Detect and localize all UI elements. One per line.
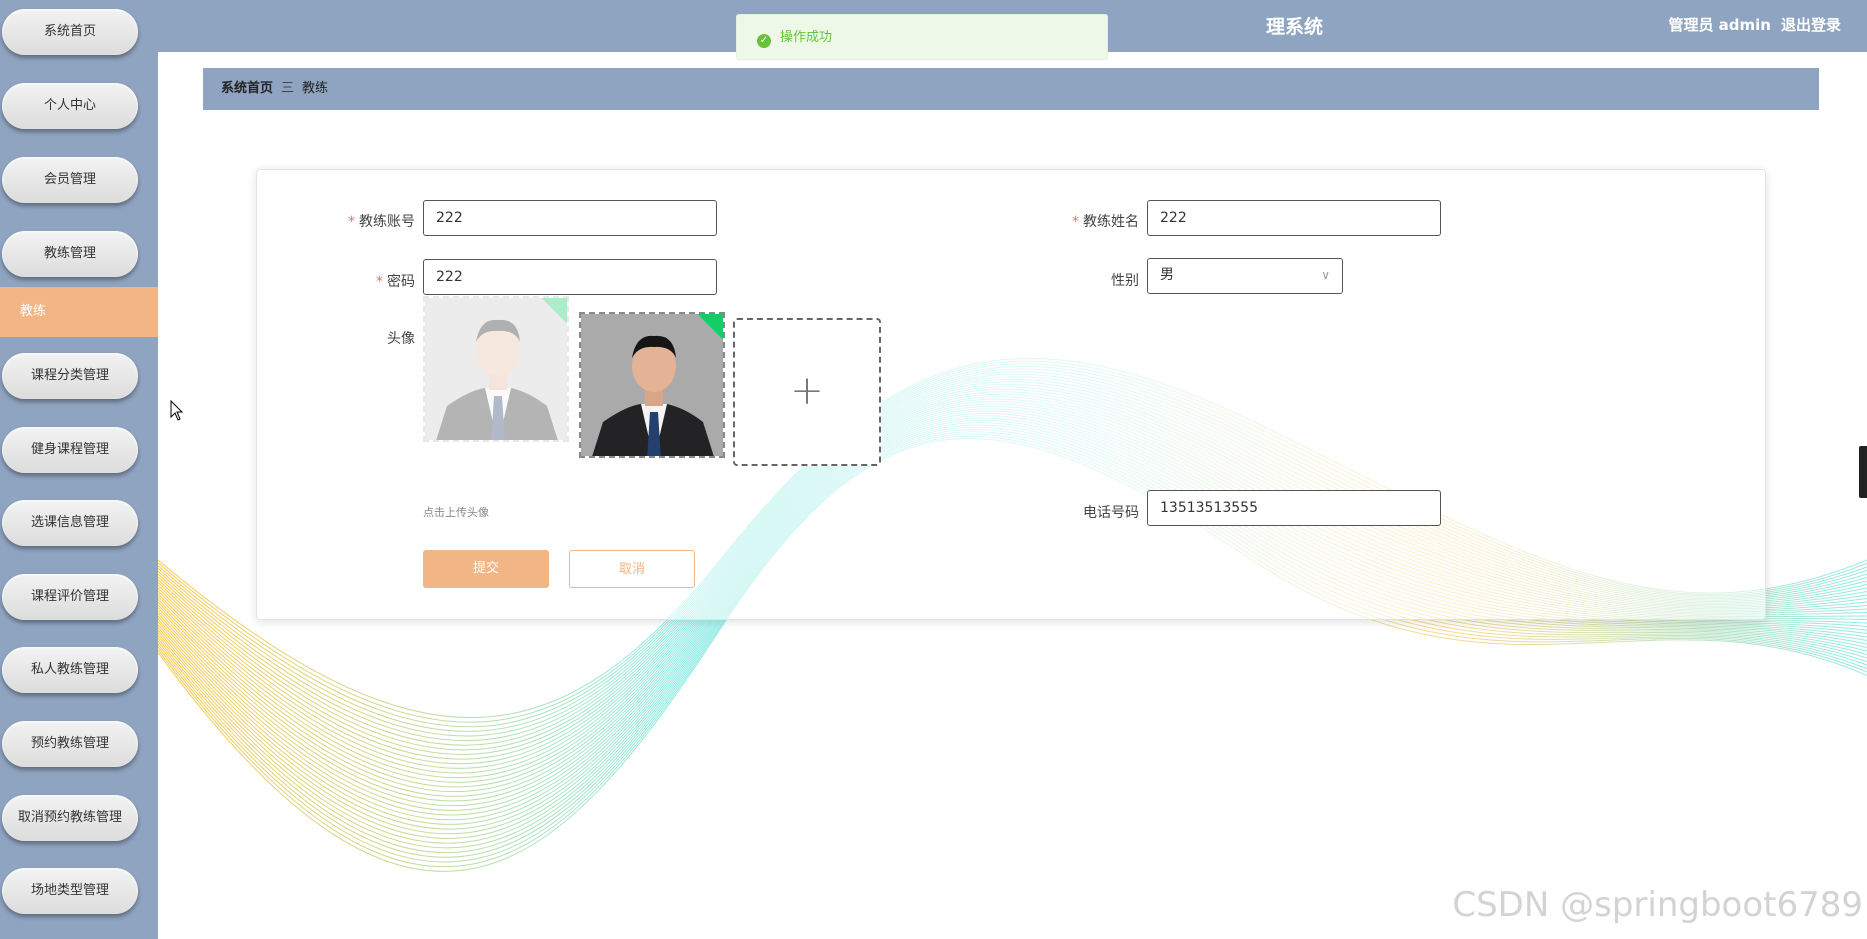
sidebar-item-members[interactable]: 会员管理 bbox=[2, 157, 138, 203]
success-toast: ✓ 操作成功 bbox=[736, 14, 1108, 60]
sidebar-item-private-coaches[interactable]: 私人教练管理 bbox=[2, 647, 138, 693]
sidebar-item-coaches[interactable]: 教练管理 bbox=[2, 231, 138, 277]
password-input[interactable] bbox=[423, 259, 717, 295]
success-check-icon: ✓ bbox=[757, 34, 771, 48]
phone-label: 电话号码 bbox=[1083, 505, 1139, 521]
user-role: 管理员 admin bbox=[1668, 16, 1771, 34]
upload-plus-icon: + bbox=[790, 368, 824, 415]
sidebar-item-profile[interactable]: 个人中心 bbox=[2, 83, 138, 129]
sidebar-item-venue-types[interactable]: 场地类型管理 bbox=[2, 868, 138, 914]
password-label: * 密码 bbox=[376, 274, 415, 290]
gender-value: 男 bbox=[1160, 267, 1174, 283]
account-input[interactable] bbox=[423, 200, 717, 236]
dropdown-arrow-icon: ∨ bbox=[1321, 268, 1330, 282]
avatar-thumbnail-1[interactable] bbox=[423, 296, 569, 442]
sidebar-item-enrollment[interactable]: 选课信息管理 bbox=[2, 500, 138, 546]
name-input[interactable] bbox=[1147, 200, 1441, 236]
person-photo bbox=[581, 314, 723, 456]
sidebar-subitem-coach[interactable]: 教练 bbox=[0, 287, 158, 337]
sidebar-item-coach-booking[interactable]: 预约教练管理 bbox=[2, 721, 138, 767]
sidebar: 系统首页 个人中心 会员管理 教练管理 教练 课程分类管理 健身课程管理 选课信… bbox=[0, 0, 158, 939]
breadcrumb: 系统首页三教练 bbox=[203, 68, 1819, 110]
cancel-button[interactable]: 取消 bbox=[569, 550, 695, 588]
sidebar-item-home[interactable]: 系统首页 bbox=[2, 9, 138, 55]
user-info: 管理员 admin 退出登录 bbox=[1658, 14, 1841, 35]
breadcrumb-separator: 三 bbox=[281, 81, 295, 96]
sidebar-item-fitness-courses[interactable]: 健身课程管理 bbox=[2, 427, 138, 473]
avatar-upload-hint: 点击上传头像 bbox=[423, 506, 489, 519]
phone-input[interactable] bbox=[1147, 490, 1441, 526]
scrollbar-handle[interactable] bbox=[1859, 446, 1867, 498]
breadcrumb-current: 教练 bbox=[302, 81, 329, 96]
gender-select[interactable]: 男 ∨ bbox=[1147, 258, 1343, 294]
sidebar-item-cancel-booking[interactable]: 取消预约教练管理 bbox=[2, 795, 138, 841]
watermark: CSDN @springboot6789 bbox=[1452, 885, 1863, 925]
avatar-upload-button[interactable]: + bbox=[733, 318, 881, 466]
avatar-thumbnail-2[interactable] bbox=[579, 312, 725, 458]
toast-message: 操作成功 bbox=[780, 30, 833, 45]
sidebar-item-course-reviews[interactable]: 课程评价管理 bbox=[2, 574, 138, 620]
name-label: * 教练姓名 bbox=[1072, 214, 1139, 230]
coach-form: *教练账号 *教练姓名 *密码 性别 男 ∨ 头像 bbox=[256, 169, 1766, 620]
logout-link[interactable]: 退出登录 bbox=[1781, 16, 1841, 34]
gender-label: 性别 bbox=[1111, 273, 1139, 289]
breadcrumb-home[interactable]: 系统首页 bbox=[221, 81, 273, 96]
avatar-label: 头像 bbox=[387, 331, 415, 347]
system-title: 理系统 bbox=[1266, 16, 1324, 38]
account-label: * 教练账号 bbox=[348, 214, 415, 230]
submit-button[interactable]: 提交 bbox=[423, 550, 549, 588]
mouse-cursor-icon bbox=[170, 400, 184, 421]
sidebar-item-course-categories[interactable]: 课程分类管理 bbox=[2, 353, 138, 399]
person-photo bbox=[425, 298, 567, 440]
